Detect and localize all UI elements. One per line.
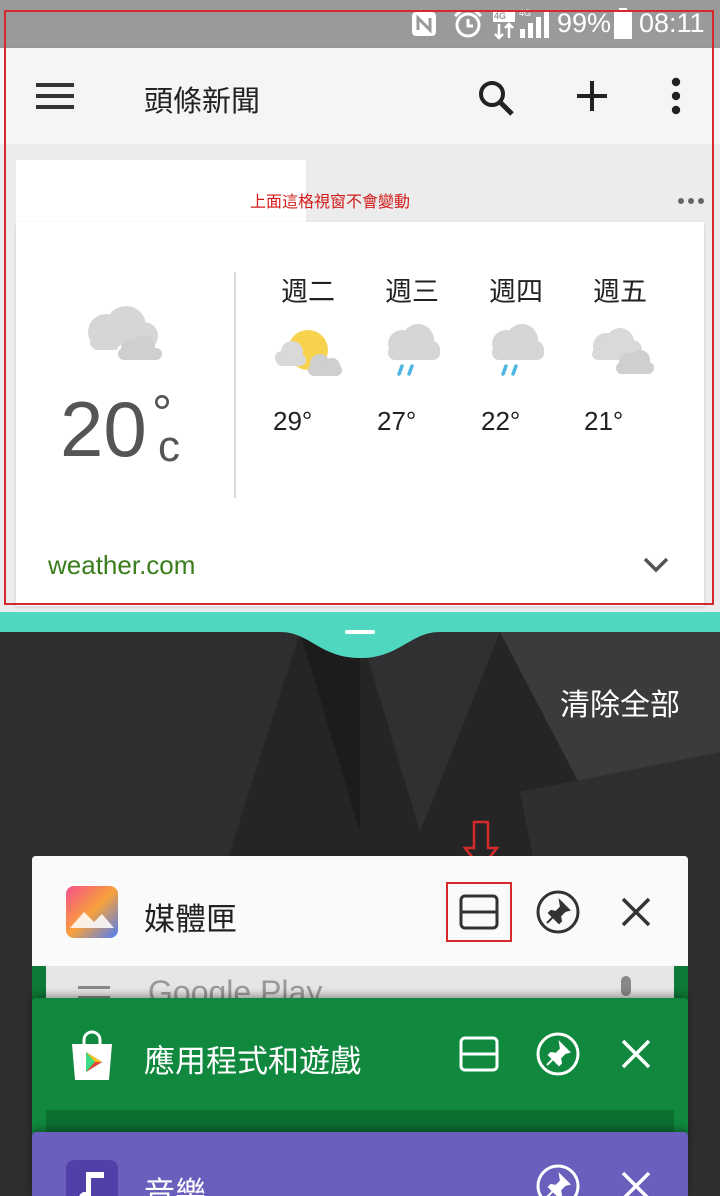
forecast-day-label: 週三 [385, 277, 439, 308]
split-screen-icon[interactable] [455, 1030, 503, 1078]
music-icon [66, 1160, 118, 1196]
forecast-day-label: 週四 [489, 277, 543, 308]
task-title: 媒體匣 [144, 902, 237, 938]
status-bar: 4G 4G 99% 08:11 [0, 0, 720, 48]
annotation-note: 上面這格視窗不會變動 [250, 192, 411, 211]
task-header [32, 856, 688, 966]
close-icon[interactable] [612, 888, 660, 936]
pin-icon[interactable] [534, 1162, 582, 1196]
forecast-temp: 21° [584, 406, 624, 436]
close-icon[interactable] [612, 1030, 660, 1078]
menu-icon[interactable] [36, 82, 76, 110]
task-title: 應用程式和遊戲 [144, 1044, 361, 1080]
search-icon[interactable] [476, 78, 516, 118]
forecast-temp: 27° [377, 406, 417, 436]
task-card-play-store[interactable]: 應用程式和遊戲 [32, 998, 688, 1138]
weather-card[interactable]: 20 ° c 週二 週三 週四 週五 29° 27° 22° 21° weath… [16, 222, 704, 606]
more-vert-icon[interactable] [666, 76, 686, 116]
clock: 08:11 [639, 8, 705, 38]
close-icon[interactable] [612, 1162, 660, 1196]
play-store-icon [72, 1030, 112, 1080]
app-bar: 頭條新聞 [0, 48, 720, 144]
task-title: 音樂 [144, 1176, 206, 1196]
card-overflow-icon[interactable] [676, 194, 706, 208]
network-type-label: 4G [494, 11, 507, 21]
rain-icon [492, 324, 544, 376]
battery-icon [614, 8, 632, 39]
add-icon[interactable] [574, 78, 610, 114]
partly-sunny-icon [275, 330, 342, 376]
split-screen-icon[interactable] [455, 888, 503, 936]
temp-unit: c [158, 422, 180, 471]
forecast-day-label: 週二 [281, 277, 335, 308]
current-temp: 20 [60, 385, 147, 473]
page-title: 頭條新聞 [144, 84, 261, 118]
divider-line [234, 272, 236, 498]
signal-network-label: 4G [519, 8, 532, 18]
cloudy-icon [88, 306, 164, 362]
nfc-icon [412, 12, 436, 36]
split-handle[interactable] [0, 612, 720, 672]
forecast-temp: 22° [481, 406, 521, 436]
cloudy-icon [592, 328, 654, 374]
forecast-day-label: 週五 [593, 277, 647, 308]
alarm-icon [454, 9, 482, 38]
weather-source-link[interactable]: weather.com [48, 550, 195, 581]
pin-icon[interactable] [534, 888, 582, 936]
forecast-temp: 29° [273, 406, 313, 436]
chevron-down-icon[interactable] [642, 554, 670, 574]
battery-percent: 99% [557, 8, 612, 38]
gallery-icon [66, 886, 118, 938]
rain-icon [388, 324, 440, 376]
clear-all-button[interactable]: 清除全部 [560, 680, 680, 724]
task-card-music[interactable]: 音樂 [32, 1132, 688, 1196]
pin-icon[interactable] [534, 1030, 582, 1078]
